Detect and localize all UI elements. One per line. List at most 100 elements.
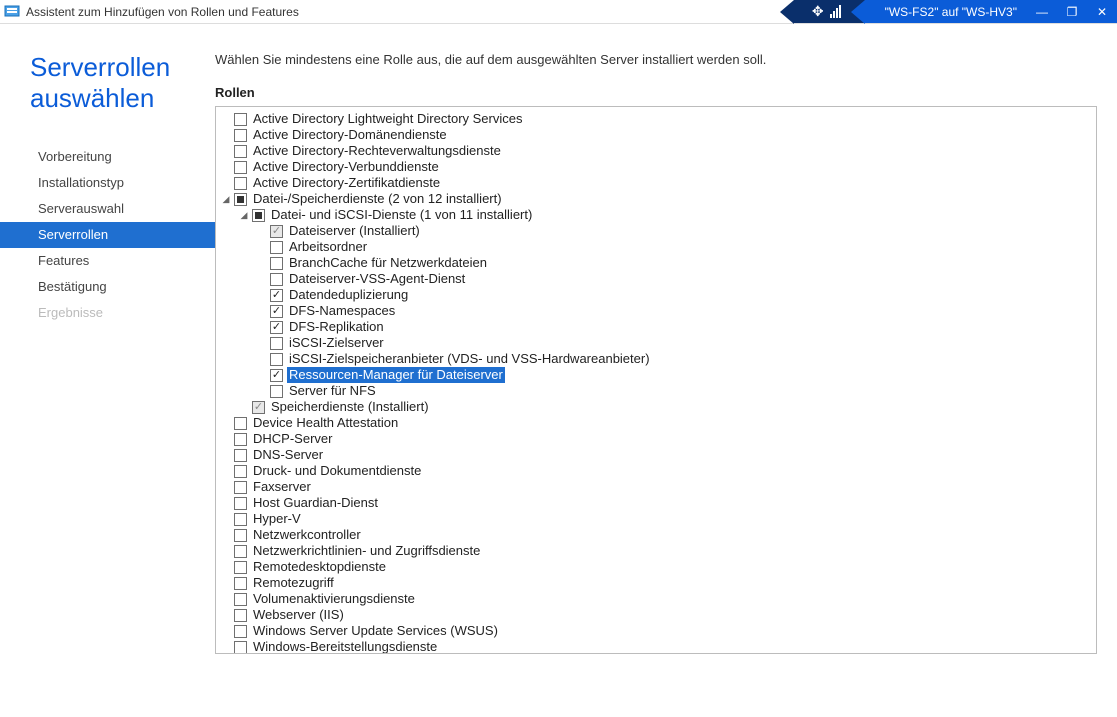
role-row[interactable]: ▶Webserver (IIS): [216, 607, 1096, 623]
role-checkbox[interactable]: [270, 353, 283, 366]
role-row[interactable]: ▶Faxserver: [216, 479, 1096, 495]
role-checkbox[interactable]: [234, 641, 247, 654]
role-checkbox[interactable]: [270, 385, 283, 398]
role-checkbox[interactable]: [234, 449, 247, 462]
role-checkbox[interactable]: [234, 497, 247, 510]
role-checkbox[interactable]: [234, 465, 247, 478]
collapse-icon[interactable]: ◢: [238, 207, 250, 223]
role-row[interactable]: ▶iSCSI-Zielserver: [216, 335, 1096, 351]
role-row[interactable]: ▶DFS-Replikation: [216, 319, 1096, 335]
role-label: Webserver (IIS): [251, 607, 344, 623]
role-checkbox[interactable]: [234, 129, 247, 142]
role-checkbox[interactable]: [234, 577, 247, 590]
role-checkbox[interactable]: [270, 321, 283, 334]
role-row[interactable]: ▶iSCSI-Zielspeicheranbieter (VDS- und VS…: [216, 351, 1096, 367]
wizard-nav: VorbereitungInstallationstypServerauswah…: [0, 144, 215, 326]
role-row[interactable]: ▶Active Directory-Verbunddienste: [216, 159, 1096, 175]
minimize-button[interactable]: —: [1027, 0, 1057, 23]
role-row[interactable]: ▶Netzwerkrichtlinien- und Zugriffsdienst…: [216, 543, 1096, 559]
role-label: Ressourcen-Manager für Dateiserver: [287, 367, 505, 383]
role-label: Active Directory-Domänendienste: [251, 127, 447, 143]
role-checkbox[interactable]: [234, 433, 247, 446]
role-row[interactable]: ▶DNS-Server: [216, 447, 1096, 463]
close-button[interactable]: ✕: [1087, 0, 1117, 23]
role-checkbox[interactable]: [234, 481, 247, 494]
nav-step-5[interactable]: Bestätigung: [0, 274, 215, 300]
role-row[interactable]: ▶Active Directory-Domänendienste: [216, 127, 1096, 143]
nav-step-4[interactable]: Features: [0, 248, 215, 274]
role-label: Faxserver: [251, 479, 311, 495]
role-label: Remotezugriff: [251, 575, 334, 591]
server-manager-icon: [4, 4, 20, 20]
role-checkbox[interactable]: [234, 193, 247, 206]
role-checkbox[interactable]: [234, 177, 247, 190]
role-row[interactable]: ▶Datendeduplizierung: [216, 287, 1096, 303]
role-checkbox[interactable]: [234, 593, 247, 606]
role-row[interactable]: ◢Datei- und iSCSI-Dienste (1 von 11 inst…: [216, 207, 1096, 223]
role-row[interactable]: ▶Netzwerkcontroller: [216, 527, 1096, 543]
role-checkbox[interactable]: [234, 561, 247, 574]
role-label: Server für NFS: [287, 383, 376, 399]
role-row[interactable]: ▶Dateiserver-VSS-Agent-Dienst: [216, 271, 1096, 287]
role-label: Windows-Bereitstellungsdienste: [251, 639, 437, 654]
role-row[interactable]: ▶DFS-Namespaces: [216, 303, 1096, 319]
role-row[interactable]: ▶Hyper-V: [216, 511, 1096, 527]
role-row[interactable]: ▶Dateiserver (Installiert): [216, 223, 1096, 239]
role-row[interactable]: ◢Datei-/Speicherdienste (2 von 12 instal…: [216, 191, 1096, 207]
role-checkbox[interactable]: [234, 113, 247, 126]
role-checkbox[interactable]: [270, 241, 283, 254]
role-label: Netzwerkrichtlinien- und Zugriffsdienste: [251, 543, 480, 559]
role-row[interactable]: ▶Remotedesktopdienste: [216, 559, 1096, 575]
role-label: Datendeduplizierung: [287, 287, 408, 303]
role-row[interactable]: ▶Druck- und Dokumentdienste: [216, 463, 1096, 479]
role-checkbox[interactable]: [234, 145, 247, 158]
role-checkbox[interactable]: [234, 513, 247, 526]
maximize-button[interactable]: ❐: [1057, 0, 1087, 23]
nav-step-1[interactable]: Installationstyp: [0, 170, 215, 196]
role-label: Dateiserver (Installiert): [287, 223, 420, 239]
role-checkbox[interactable]: [234, 529, 247, 542]
role-row[interactable]: ▶Active Directory-Rechteverwaltungsdiens…: [216, 143, 1096, 159]
role-checkbox[interactable]: [252, 401, 265, 414]
role-checkbox[interactable]: [270, 369, 283, 382]
role-row[interactable]: ▶Windows Server Update Services (WSUS): [216, 623, 1096, 639]
role-checkbox[interactable]: [234, 161, 247, 174]
role-checkbox[interactable]: [270, 225, 283, 238]
role-checkbox[interactable]: [234, 417, 247, 430]
role-row[interactable]: ▶Active Directory Lightweight Directory …: [216, 111, 1096, 127]
nav-step-3[interactable]: Serverrollen: [0, 222, 215, 248]
nav-step-0[interactable]: Vorbereitung: [0, 144, 215, 170]
role-row[interactable]: ▶Speicherdienste (Installiert): [216, 399, 1096, 415]
role-row[interactable]: ▶BranchCache für Netzwerkdateien: [216, 255, 1096, 271]
collapse-icon[interactable]: ◢: [220, 191, 232, 207]
role-label: Remotedesktopdienste: [251, 559, 386, 575]
role-row[interactable]: ▶Active Directory-Zertifikatdienste: [216, 175, 1096, 191]
role-row[interactable]: ▶Server für NFS: [216, 383, 1096, 399]
role-checkbox[interactable]: [270, 305, 283, 318]
role-checkbox[interactable]: [270, 337, 283, 350]
nav-step-2[interactable]: Serverauswahl: [0, 196, 215, 222]
role-row[interactable]: ▶Arbeitsordner: [216, 239, 1096, 255]
role-checkbox[interactable]: [252, 209, 265, 222]
page-title: Serverrollen auswählen: [30, 52, 215, 114]
role-checkbox[interactable]: [234, 625, 247, 638]
role-label: Active Directory Lightweight Directory S…: [251, 111, 522, 127]
role-checkbox[interactable]: [270, 289, 283, 302]
role-row[interactable]: ▶Windows-Bereitstellungsdienste: [216, 639, 1096, 654]
role-label: Active Directory-Verbunddienste: [251, 159, 439, 175]
role-checkbox[interactable]: [270, 273, 283, 286]
role-label: Speicherdienste (Installiert): [269, 399, 429, 415]
role-label: DFS-Namespaces: [287, 303, 395, 319]
role-row[interactable]: ▶Ressourcen-Manager für Dateiserver: [216, 367, 1096, 383]
role-label: BranchCache für Netzwerkdateien: [287, 255, 487, 271]
role-row[interactable]: ▶Host Guardian-Dienst: [216, 495, 1096, 511]
wizard-window: Assistent zum Hinzufügen von Rollen und …: [0, 0, 1117, 717]
role-row[interactable]: ▶Volumenaktivierungsdienste: [216, 591, 1096, 607]
role-row[interactable]: ▶DHCP-Server: [216, 431, 1096, 447]
roles-listbox[interactable]: ▶Active Directory Lightweight Directory …: [215, 106, 1097, 654]
role-row[interactable]: ▶Remotezugriff: [216, 575, 1096, 591]
role-checkbox[interactable]: [270, 257, 283, 270]
role-checkbox[interactable]: [234, 545, 247, 558]
role-checkbox[interactable]: [234, 609, 247, 622]
role-row[interactable]: ▶Device Health Attestation: [216, 415, 1096, 431]
